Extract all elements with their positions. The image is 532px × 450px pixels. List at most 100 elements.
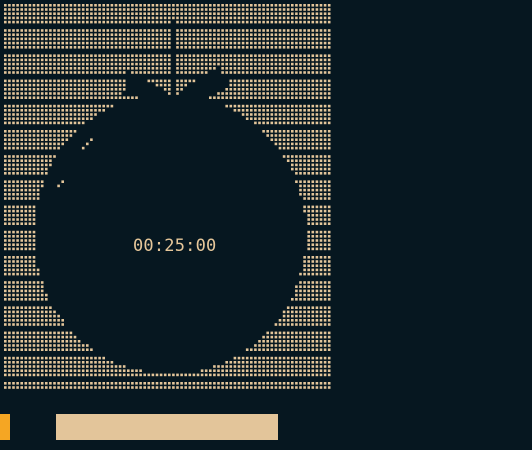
art-dot bbox=[147, 4, 151, 7]
art-dot bbox=[323, 365, 327, 368]
art-dot bbox=[77, 20, 81, 24]
art-dot bbox=[24, 289, 28, 293]
art-dot bbox=[291, 335, 294, 339]
art-dot bbox=[28, 134, 32, 137]
art-dot bbox=[28, 264, 32, 267]
art-dot bbox=[282, 356, 286, 360]
art-dot bbox=[77, 109, 81, 112]
art-dot bbox=[131, 46, 134, 49]
art-dot bbox=[180, 8, 183, 11]
art-dot bbox=[319, 306, 323, 309]
art-dot bbox=[217, 46, 220, 49]
art-dot bbox=[131, 386, 134, 389]
art-dot bbox=[20, 33, 23, 36]
art-dot bbox=[110, 382, 114, 385]
art-dot bbox=[299, 314, 302, 318]
art-dot bbox=[45, 361, 48, 364]
art-dot bbox=[32, 289, 36, 293]
art-dot bbox=[36, 314, 40, 318]
art-dot bbox=[28, 88, 32, 91]
art-dot bbox=[45, 8, 48, 11]
art-dot bbox=[286, 54, 290, 57]
art-dot bbox=[295, 310, 298, 314]
art-dot bbox=[24, 180, 28, 183]
art-dot bbox=[262, 79, 265, 83]
art-dot bbox=[327, 205, 331, 209]
art-dot bbox=[131, 382, 134, 385]
art-dot bbox=[122, 71, 126, 74]
art-dot bbox=[168, 12, 171, 15]
art-dot bbox=[295, 83, 298, 87]
art-dot bbox=[16, 298, 19, 301]
art-dot bbox=[94, 8, 97, 11]
art-dot bbox=[28, 386, 32, 389]
art-dot bbox=[32, 146, 36, 150]
art-dot bbox=[270, 12, 274, 15]
art-dot bbox=[135, 62, 138, 66]
art-dot bbox=[311, 146, 315, 150]
art-dot bbox=[237, 16, 241, 20]
art-dot bbox=[20, 289, 23, 293]
art-dot bbox=[303, 146, 306, 150]
art-dot bbox=[102, 96, 105, 99]
art-dot bbox=[303, 33, 306, 36]
art-dot bbox=[118, 16, 122, 20]
art-dot bbox=[286, 71, 290, 74]
art-dot bbox=[266, 92, 269, 95]
art-dot bbox=[24, 104, 28, 108]
art-dot bbox=[20, 184, 23, 188]
art-dot bbox=[20, 58, 23, 62]
art-dot bbox=[221, 41, 224, 45]
art-dot bbox=[323, 235, 327, 238]
art-dot bbox=[204, 4, 208, 7]
art-dot bbox=[254, 54, 257, 57]
art-dot bbox=[49, 12, 52, 15]
art-dot bbox=[110, 83, 114, 87]
art-dot bbox=[122, 365, 126, 368]
art-dot bbox=[299, 46, 302, 49]
art-dot bbox=[24, 293, 28, 297]
art-dot bbox=[295, 319, 298, 322]
art-dot bbox=[57, 348, 60, 351]
art-dot bbox=[291, 344, 294, 347]
art-dot bbox=[40, 20, 44, 24]
art-dot bbox=[274, 386, 278, 389]
art-dot bbox=[168, 92, 171, 95]
art-dot bbox=[327, 331, 331, 335]
art-dot bbox=[327, 46, 331, 49]
art-dot bbox=[57, 96, 60, 99]
art-dot bbox=[16, 155, 19, 158]
art-dot bbox=[299, 29, 302, 32]
art-dot bbox=[315, 243, 319, 246]
art-dot bbox=[8, 8, 11, 11]
art-dot bbox=[258, 46, 261, 49]
art-dot bbox=[303, 58, 306, 62]
art-dot bbox=[40, 138, 44, 141]
art-dot bbox=[28, 163, 32, 167]
art-dot bbox=[295, 12, 298, 15]
art-dot bbox=[323, 243, 327, 246]
art-dot bbox=[32, 134, 36, 137]
art-dot bbox=[16, 314, 19, 318]
art-dot bbox=[90, 361, 93, 364]
art-dot bbox=[40, 79, 44, 83]
art-dot bbox=[131, 67, 134, 70]
art-dot bbox=[45, 33, 48, 36]
art-dot bbox=[90, 109, 93, 112]
art-dot bbox=[270, 58, 274, 62]
art-dot bbox=[147, 20, 151, 24]
art-dot bbox=[254, 88, 257, 91]
art-dot bbox=[299, 188, 302, 192]
art-dot bbox=[57, 79, 60, 83]
art-dot bbox=[57, 386, 60, 389]
art-dot bbox=[323, 205, 327, 209]
art-dot bbox=[81, 104, 85, 108]
art-dot bbox=[94, 79, 97, 83]
art-dot bbox=[73, 130, 77, 133]
art-dot bbox=[225, 46, 228, 49]
art-dot bbox=[315, 340, 319, 343]
art-dot bbox=[12, 205, 15, 209]
art-dot bbox=[291, 331, 294, 335]
art-dot bbox=[319, 260, 323, 263]
art-dot bbox=[36, 71, 40, 74]
